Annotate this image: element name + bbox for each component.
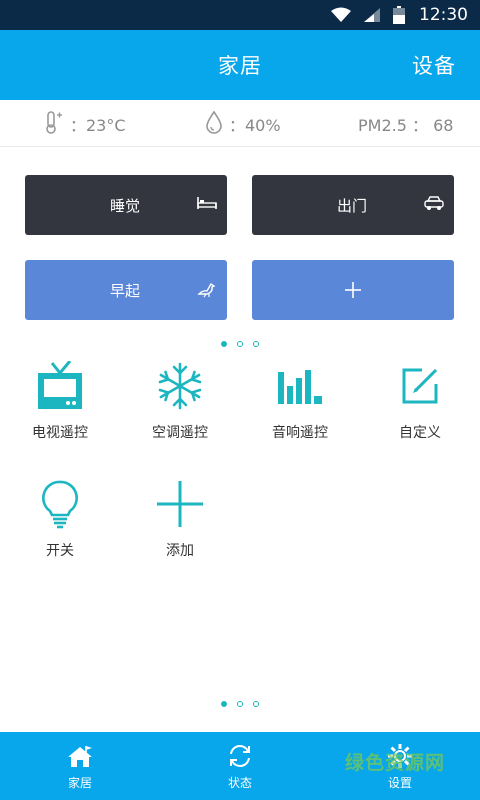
- water-drop-icon: [205, 110, 229, 138]
- scene-sleep-button[interactable]: 睡觉: [25, 175, 227, 235]
- scene-label: 出门: [336, 196, 367, 215]
- device-tv-remote[interactable]: 电视遥控: [0, 360, 120, 450]
- device-label: 空调遥控: [152, 425, 208, 441]
- wifi-icon: [331, 7, 351, 23]
- status-time: 12:30: [419, 5, 468, 25]
- app-header: 家居 设备: [0, 30, 480, 100]
- edit-icon: [390, 360, 450, 412]
- snowflake-icon: [150, 360, 210, 412]
- device-label: 音响遥控: [272, 425, 328, 441]
- page-dot[interactable]: [237, 701, 243, 707]
- nav-label: 家居: [67, 775, 92, 790]
- tv-icon: [30, 360, 90, 412]
- scene-page-indicator: [0, 341, 480, 347]
- add-device-button[interactable]: 添加: [120, 478, 240, 568]
- sound-bars-icon: [270, 360, 330, 412]
- devices-button[interactable]: 设备: [412, 30, 456, 100]
- scene-wake-up-button[interactable]: 早起: [25, 260, 227, 320]
- bed-icon: [197, 195, 217, 215]
- refresh-icon: [227, 742, 253, 770]
- humidity-value: ：40%: [229, 115, 281, 135]
- pm25-value: PM2.5 ： 68: [358, 115, 454, 135]
- nav-home[interactable]: 家居: [20, 732, 140, 800]
- humidity-readout: ：40%: [205, 100, 281, 147]
- device-switch[interactable]: 开关: [0, 478, 120, 568]
- scene-label: 睡觉: [109, 196, 140, 215]
- scene-label: 早起: [109, 281, 140, 300]
- pm25-readout: PM2.5 ： 68: [358, 100, 453, 147]
- page-dot[interactable]: [237, 341, 243, 347]
- temperature-readout: ：23°C: [44, 100, 126, 147]
- page-dot[interactable]: [221, 701, 227, 707]
- watermark-text: 绿色资源网: [345, 751, 446, 774]
- device-label: 自定义: [399, 425, 441, 441]
- device-label: 电视遥控: [32, 425, 88, 441]
- lightbulb-icon: [30, 478, 90, 530]
- page-dot[interactable]: [253, 341, 259, 347]
- plus-icon: [252, 260, 454, 320]
- scene-go-out-button[interactable]: 出门: [252, 175, 454, 235]
- nav-label: 设置: [387, 775, 412, 790]
- signal-icon: [363, 7, 381, 23]
- page-dot[interactable]: [253, 701, 259, 707]
- plus-icon: [150, 478, 210, 530]
- home-icon: [66, 742, 94, 770]
- page-title: 家居: [218, 54, 262, 78]
- device-page-indicator: [0, 701, 480, 707]
- status-bar: 12:30: [0, 0, 480, 30]
- nav-label: 状态: [227, 775, 252, 790]
- thermometer-icon: [44, 110, 70, 138]
- device-speaker-remote[interactable]: 音响遥控: [240, 360, 360, 450]
- add-scene-button[interactable]: [252, 260, 454, 320]
- page-dot[interactable]: [221, 341, 227, 347]
- nav-status[interactable]: 状态: [180, 732, 300, 800]
- device-label: 添加: [166, 543, 194, 559]
- device-custom[interactable]: 自定义: [360, 360, 480, 450]
- device-ac-remote[interactable]: 空调遥控: [120, 360, 240, 450]
- bird-icon: [197, 280, 217, 302]
- temperature-value: ：23°C: [70, 115, 126, 135]
- car-icon: [424, 195, 444, 215]
- environment-bar: ：23°C ：40% PM2.5 ： 68: [0, 100, 480, 147]
- battery-icon: [393, 6, 405, 24]
- device-label: 开关: [46, 543, 74, 559]
